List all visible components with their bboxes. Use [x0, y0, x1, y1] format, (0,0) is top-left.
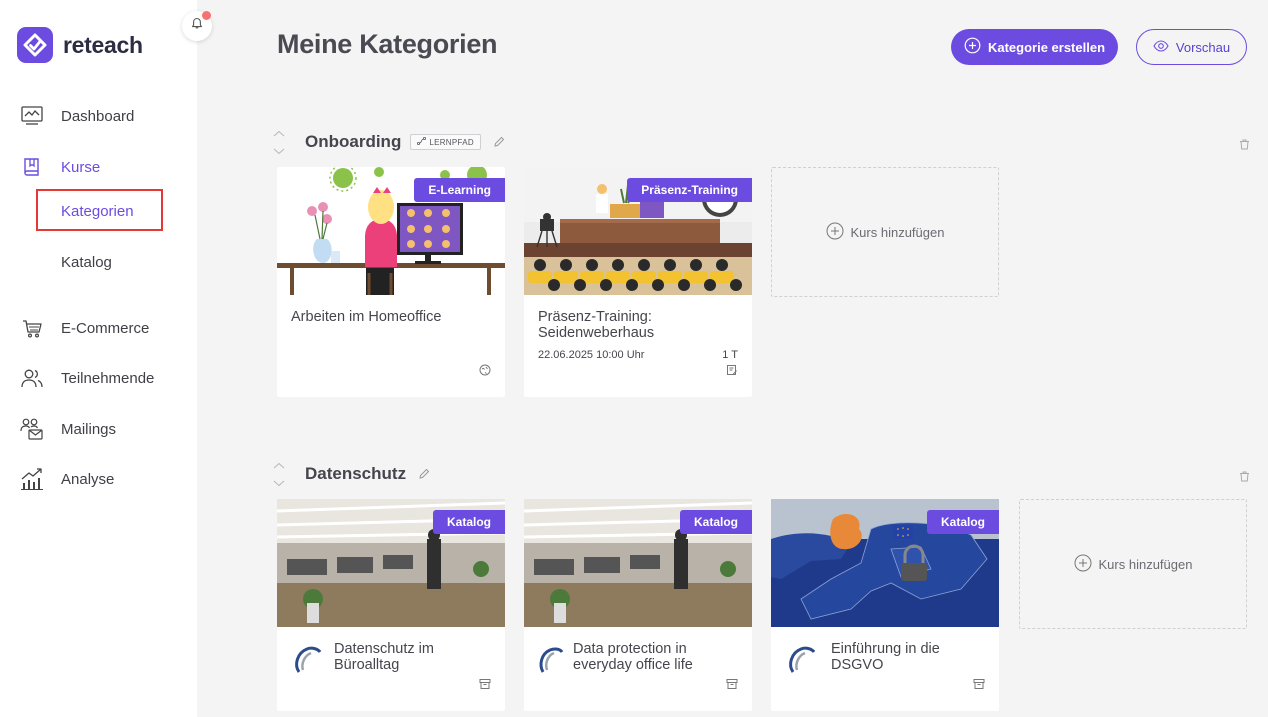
nav-mailings-label: Mailings — [61, 420, 117, 438]
nav-mailings[interactable]: Mailings — [20, 417, 116, 441]
section-title: Datenschutz — [305, 464, 407, 483]
preview-label: Vorschau — [1175, 39, 1231, 55]
course-type-badge: E-Learning — [414, 178, 505, 202]
archive-icon — [973, 677, 985, 695]
nav-analyse-label: Analyse — [61, 470, 115, 488]
course-type-badge: Präsenz-Training — [627, 178, 752, 202]
course-title: Arbeiten im Homeoffice — [291, 309, 442, 325]
course-type-badge: Katalog — [432, 510, 505, 534]
course-title: Einführung in die DSGVO — [831, 641, 940, 673]
users-mail-icon — [20, 417, 44, 441]
course-type-badge: Katalog — [679, 510, 752, 534]
course-type-badge: Katalog — [926, 510, 999, 534]
reorder-arrows[interactable] — [273, 456, 285, 492]
course-duration: 1 T — [722, 349, 738, 361]
course-date: 22.06.2025 10:00 Uhr — [538, 349, 645, 361]
nav-kurse[interactable]: Kurse — [20, 155, 100, 179]
chevron-down-icon[interactable] — [273, 142, 285, 160]
brand-name: reteach — [63, 31, 143, 58]
edit-note-icon — [726, 363, 738, 381]
course-logo-icon — [293, 645, 323, 680]
section-header-onboarding: Onboarding LERNPFAD — [305, 132, 505, 152]
reteach-logo-icon — [17, 27, 53, 63]
nav-kurse-label: Kurse — [61, 158, 101, 176]
users-icon — [20, 366, 44, 390]
add-course-button[interactable]: Kurs hinzufügen — [771, 167, 999, 297]
book-icon — [20, 155, 44, 179]
course-logo-icon — [787, 645, 817, 680]
archive-icon — [726, 677, 738, 695]
edit-pencil-icon[interactable] — [493, 136, 505, 148]
section-title: Onboarding — [305, 132, 402, 151]
course-card[interactable]: E-Learning Arbeiten im Homeoffice — [277, 167, 505, 397]
course-title: Präsenz-Training: Seidenweberhaus — [538, 309, 655, 341]
course-card[interactable]: Präsenz-Training Präsenz-Training: Seide… — [524, 167, 752, 397]
nav-analyse[interactable]: Analyse — [20, 467, 114, 491]
section-header-datenschutz: Datenschutz — [305, 464, 430, 484]
logo[interactable]: reteach — [17, 27, 143, 63]
reorder-arrows[interactable] — [273, 124, 285, 160]
nav-teilnehmende-label: Teilnehmende — [61, 369, 155, 387]
preview-button[interactable]: Vorschau — [1136, 29, 1247, 65]
learning-path-tag: LERNPFAD — [410, 134, 481, 150]
notification-dot — [202, 11, 211, 20]
add-course-button[interactable]: Kurs hinzufügen — [1019, 499, 1247, 629]
sidebar: reteach Dashboard Kurse Kategorien Katal… — [0, 0, 212, 717]
plus-circle-icon — [1074, 554, 1092, 575]
create-category-label: Kategorie erstellen — [987, 39, 1106, 55]
path-icon — [417, 136, 427, 147]
course-card[interactable]: Katalog Einführung in die DSGVO — [771, 499, 999, 711]
nav-teilnehmende[interactable]: Teilnehmende — [20, 366, 154, 390]
trash-icon[interactable] — [1239, 137, 1250, 155]
notifications-button[interactable] — [182, 11, 212, 41]
course-logo-icon — [538, 645, 564, 680]
cart-icon — [20, 316, 44, 340]
course-title: Datenschutz im Büroalltag — [334, 641, 434, 673]
elearning-icon — [479, 363, 491, 381]
add-course-label: Kurs hinzufügen — [850, 224, 945, 240]
nav-kategorien[interactable]: Kategorien — [61, 203, 134, 220]
nav-dashboard-label: Dashboard — [61, 107, 135, 125]
nav-dashboard[interactable]: Dashboard — [20, 104, 134, 128]
dashboard-icon — [20, 104, 44, 128]
edit-pencil-icon[interactable] — [418, 468, 430, 480]
page-title: Meine Kategorien — [277, 29, 498, 59]
course-title: Data protection in everyday office life — [573, 641, 693, 673]
nav-ecommerce[interactable]: E-Commerce — [20, 316, 149, 340]
chevron-up-icon[interactable] — [273, 124, 285, 142]
plus-circle-icon — [826, 222, 844, 243]
chevron-down-icon[interactable] — [273, 474, 285, 492]
archive-icon — [479, 677, 491, 695]
chevron-up-icon[interactable] — [273, 456, 285, 474]
add-course-label: Kurs hinzufügen — [1098, 556, 1193, 572]
plus-circle-icon — [964, 37, 981, 57]
nav-ecommerce-label: E-Commerce — [61, 319, 150, 337]
bell-icon — [191, 17, 203, 35]
course-card[interactable]: Katalog Datenschutz im Büroalltag — [277, 499, 505, 711]
tag-label: LERNPFAD — [429, 137, 474, 147]
analytics-icon — [20, 467, 44, 491]
create-category-button[interactable]: Kategorie erstellen — [951, 29, 1118, 65]
trash-icon[interactable] — [1239, 469, 1250, 487]
eye-icon — [1153, 39, 1169, 55]
nav-katalog[interactable]: Katalog — [61, 254, 112, 271]
course-card[interactable]: Katalog Data protection in everyday offi… — [524, 499, 752, 711]
